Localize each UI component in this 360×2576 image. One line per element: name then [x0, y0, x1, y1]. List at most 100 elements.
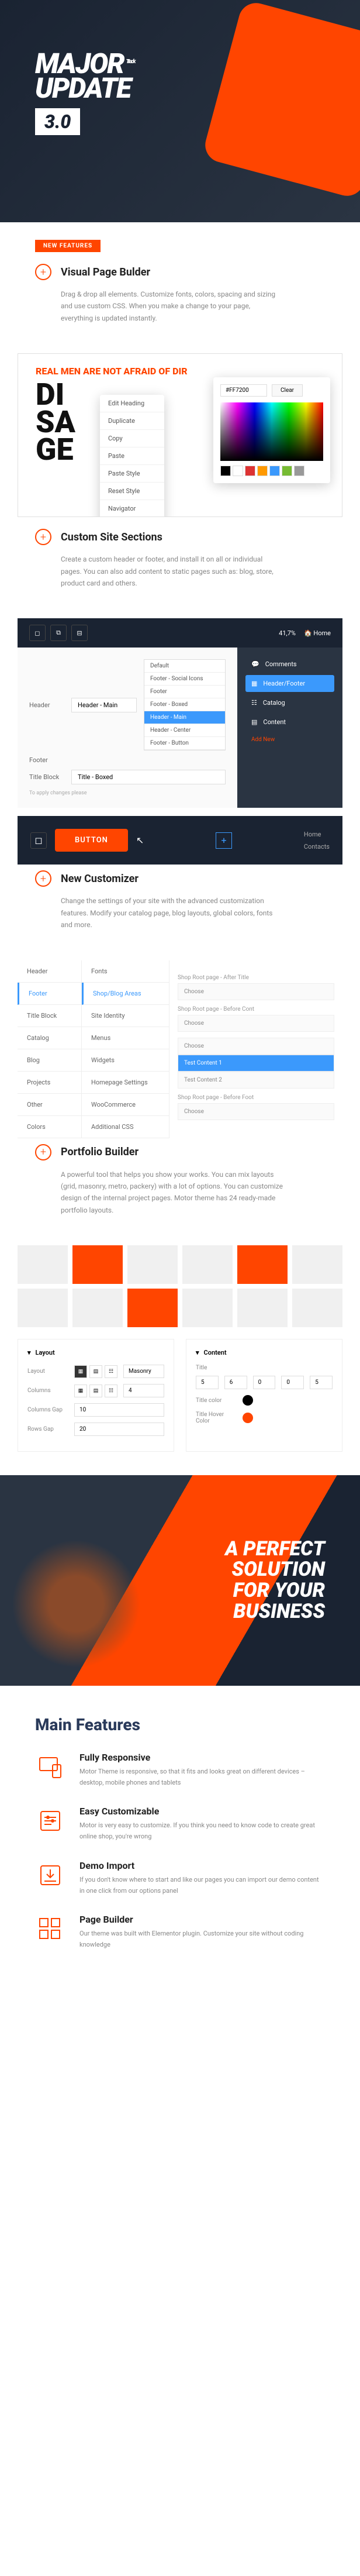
ctx-copy[interactable]: Copy: [100, 430, 164, 447]
feature-desc: Motor Theme is responsive, so that it fi…: [79, 1766, 325, 1788]
nav-home[interactable]: Home: [304, 831, 330, 838]
panel-title: ▾Layout: [27, 1349, 164, 1356]
perfect-text: A PERFECT SOLUTION FOR YOUR BUSINESS: [225, 1539, 325, 1623]
plus-icon: +: [35, 264, 51, 280]
section-title: Visual Page Bulder: [61, 266, 150, 278]
customizer-col1: Header Footer Title Block Catalog Blog P…: [18, 960, 82, 1138]
tab-homepage[interactable]: Homepage Settings: [82, 1072, 169, 1094]
nav-links: Home Contacts: [304, 831, 330, 850]
choose-select[interactable]: Choose: [178, 983, 334, 1000]
section-description: Create a custom header or footer, and in…: [61, 553, 283, 589]
tool-square-icon[interactable]: ◻: [29, 625, 46, 641]
tab-shopblog[interactable]: Shop/Blog Areas: [82, 983, 169, 1005]
ctx-duplicate[interactable]: Duplicate: [100, 412, 164, 430]
demo-button[interactable]: BUTTON: [55, 829, 128, 852]
hex-input[interactable]: [220, 384, 267, 397]
hero-text: MAJORTrack UPDATE 3.0: [35, 47, 134, 135]
plus-icon: +: [35, 529, 51, 545]
customizer-options: Shop Root page - After Title Choose Shop…: [169, 960, 342, 1138]
hero-version: 3.0: [35, 108, 80, 135]
sidebar-content[interactable]: ▤ Content: [245, 714, 334, 731]
layout-icons[interactable]: ▦▤☷: [74, 1365, 117, 1378]
toolbar-stat: 41,7%: [279, 629, 296, 637]
toolbar-home[interactable]: 🏠 Home: [304, 629, 331, 637]
section-portfolio: + Portfolio Builder A powerful tool that…: [0, 1138, 360, 1234]
layout-select[interactable]: Masonry: [123, 1365, 164, 1378]
dark-toolbar: ◻ ⧉ ⊟ 41,7% 🏠 Home: [18, 618, 342, 648]
choose-select[interactable]: Choose: [178, 1015, 334, 1032]
color-swatch[interactable]: [243, 1395, 253, 1406]
feature-title: Demo Import: [79, 1860, 325, 1871]
val-input[interactable]: [253, 1376, 276, 1389]
color-gradient[interactable]: [220, 402, 323, 461]
tab-fonts[interactable]: Fonts: [82, 960, 169, 983]
ctx-paste[interactable]: Paste: [100, 447, 164, 465]
tab-projects[interactable]: Projects: [18, 1072, 81, 1094]
layout-panel: ▾Layout Layout ▦▤☷ Masonry Columns ▦▤☷ C…: [18, 1339, 174, 1452]
sidebar-comments[interactable]: 💬 Comments: [245, 656, 334, 673]
hf-settings: Header Header - Main Default Footer - So…: [18, 648, 237, 808]
responsive-icon: [35, 1752, 65, 1782]
add-icon[interactable]: +: [216, 832, 232, 849]
tab-titleblock[interactable]: Title Block: [18, 1005, 81, 1027]
header-label: Header: [29, 701, 64, 709]
val-input[interactable]: [224, 1376, 247, 1389]
tool-icon[interactable]: ◻: [30, 832, 47, 849]
header-select[interactable]: Header - Main: [71, 698, 137, 712]
colgap-input[interactable]: [74, 1403, 164, 1417]
main-features-title: Main Features: [35, 1715, 325, 1734]
tab-css[interactable]: Additional CSS: [82, 1116, 169, 1138]
section-description: A powerful tool that helps you show your…: [61, 1169, 283, 1217]
tab-identity[interactable]: Site Identity: [82, 1005, 169, 1027]
choose-select[interactable]: Choose: [178, 1103, 334, 1120]
ctx-paste-style[interactable]: Paste Style: [100, 465, 164, 483]
feature-customizable: Easy Customizable Motor is very easy to …: [0, 1806, 360, 1859]
footer-options-list[interactable]: Default Footer - Social Icons Footer Foo…: [144, 659, 226, 750]
clear-button[interactable]: Clear: [272, 384, 303, 397]
tab-other[interactable]: Other: [18, 1094, 81, 1116]
section-title: New Customizer: [61, 873, 139, 885]
tab-colors[interactable]: Colors: [18, 1116, 81, 1138]
val-input[interactable]: [281, 1376, 304, 1389]
option-panels: ▾Layout Layout ▦▤☷ Masonry Columns ▦▤☷ C…: [18, 1339, 342, 1452]
columns-input[interactable]: [123, 1384, 164, 1397]
tab-widgets[interactable]: Widgets: [82, 1049, 169, 1072]
context-menu[interactable]: Edit Heading Duplicate Copy Paste Paste …: [100, 395, 164, 517]
panel-title: ▾Content: [196, 1349, 333, 1356]
section-description: Change the settings of your site with th…: [61, 895, 283, 931]
section-custom-sections: + Custom Site Sections Create a custom h…: [0, 523, 360, 607]
tab-catalog[interactable]: Catalog: [18, 1027, 81, 1049]
val-input[interactable]: [310, 1376, 333, 1389]
section-title: Custom Site Sections: [61, 531, 162, 543]
color-swatches[interactable]: [220, 466, 323, 476]
sidebar-catalog[interactable]: ☷ Catalog: [245, 694, 334, 711]
rowgap-input[interactable]: [74, 1423, 164, 1436]
title-select[interactable]: Title - Boxed: [71, 770, 226, 784]
feature-title: Fully Responsive: [79, 1752, 325, 1763]
choose-option-active[interactable]: Test Content 1: [178, 1055, 334, 1072]
choose-option[interactable]: Choose: [178, 1038, 334, 1055]
color-swatch[interactable]: [243, 1413, 253, 1423]
sidebar-headerfooter[interactable]: ▦ Header/Footer: [245, 675, 334, 692]
titleblock-label: Title Block: [29, 773, 64, 781]
portfolio-grid: [18, 1245, 342, 1327]
nav-contacts[interactable]: Contacts: [304, 843, 330, 850]
tab-blog[interactable]: Blog: [18, 1049, 81, 1072]
tool-copy-icon[interactable]: ⧉: [50, 625, 67, 641]
feature-desc: If you don't know where to start and lik…: [79, 1875, 325, 1896]
add-new-link[interactable]: Add New: [245, 733, 334, 746]
column-icons[interactable]: ▦▤☷: [74, 1385, 117, 1397]
color-picker-panel[interactable]: Clear: [213, 377, 330, 483]
tab-footer[interactable]: Footer: [18, 983, 81, 1005]
ctx-navigator[interactable]: Navigator: [100, 500, 164, 517]
tab-woo[interactable]: WooCommerce: [82, 1094, 169, 1116]
tab-menus[interactable]: Menus: [82, 1027, 169, 1049]
ctx-reset-style[interactable]: Reset Style: [100, 483, 164, 500]
tab-header[interactable]: Header: [18, 960, 81, 983]
plus-icon: +: [35, 870, 51, 887]
import-icon: [35, 1860, 65, 1890]
tool-fold-icon[interactable]: ⊟: [71, 625, 88, 641]
ctx-edit[interactable]: Edit Heading: [100, 395, 164, 412]
val-input[interactable]: [196, 1376, 219, 1389]
choose-option[interactable]: Test Content 2: [178, 1072, 334, 1089]
